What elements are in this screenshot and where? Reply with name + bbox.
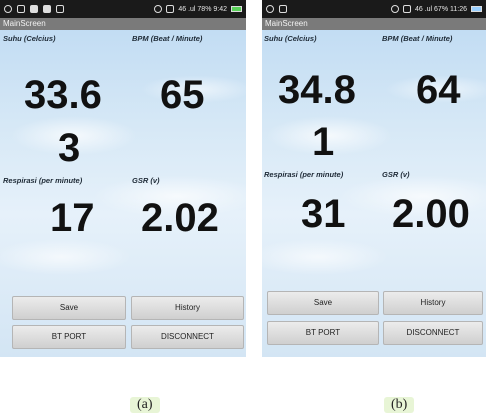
bpm-label: BPM (Beat / Minute) — [132, 34, 203, 43]
vibrate-icon — [166, 5, 175, 13]
app-title: MainScreen — [0, 18, 246, 30]
status-text: 46 .ul 67% 11:26 — [414, 5, 467, 13]
vibrate-icon — [402, 5, 411, 13]
status-text: 46 .ul 78% 9:42 — [178, 5, 227, 13]
disconnect-button[interactable]: DISCONNECT — [131, 325, 244, 349]
bluetooth-icon — [154, 5, 163, 13]
disconnect-button[interactable]: DISCONNECT — [383, 321, 483, 345]
caption-a: (a) — [130, 397, 160, 413]
status-bar: 46 .ul 67% 11:26 — [262, 0, 486, 18]
mail-icon — [279, 5, 287, 13]
app-icon — [43, 5, 51, 13]
phone-screen-a: 46 .ul 78% 9:42 MainScreen Suhu (Celcius… — [0, 0, 246, 357]
app-title: MainScreen — [262, 18, 486, 30]
suhu-label: Suhu (Celcius) — [264, 34, 317, 43]
bt-port-button[interactable]: BT PORT — [12, 325, 126, 349]
respirasi-value: 17 — [50, 196, 95, 240]
history-button[interactable]: History — [383, 291, 483, 315]
caption-b: (b) — [384, 397, 415, 413]
bpm-value: 64 — [416, 68, 461, 112]
bpm-value: 65 — [160, 73, 205, 117]
gsr-label: GSR (v) — [132, 176, 160, 185]
notification-icon — [17, 5, 25, 13]
bt-port-button[interactable]: BT PORT — [267, 321, 379, 345]
status-bar: 46 .ul 78% 9:42 — [0, 0, 246, 18]
respirasi-label: Respirasi (per minute) — [3, 176, 83, 185]
suhu-label: Suhu (Celcius) — [3, 34, 56, 43]
whatsapp-icon — [4, 5, 12, 13]
suhu-value-wrap: 3 — [58, 126, 81, 170]
suhu-value-wrap: 1 — [312, 120, 335, 164]
history-button[interactable]: History — [131, 296, 244, 320]
battery-icon — [471, 6, 482, 12]
phone-screen-b: 46 .ul 67% 11:26 MainScreen Suhu (Celciu… — [262, 0, 486, 357]
facebook-icon — [30, 5, 38, 13]
save-button[interactable]: Save — [12, 296, 126, 320]
save-button[interactable]: Save — [267, 291, 379, 315]
gsr-value: 2.02 — [141, 196, 219, 240]
respirasi-label: Respirasi (per minute) — [264, 170, 344, 179]
bluetooth-icon — [390, 5, 399, 13]
gsr-label: GSR (v) — [382, 170, 410, 179]
battery-icon — [231, 6, 242, 12]
gsr-value: 2.00 — [392, 192, 470, 236]
bpm-label: BPM (Beat / Minute) — [382, 34, 453, 43]
suhu-value: 33.6 — [24, 73, 102, 117]
mail-icon — [56, 5, 64, 13]
whatsapp-icon — [266, 5, 274, 13]
respirasi-value: 31 — [301, 192, 346, 236]
suhu-value: 34.8 — [278, 68, 356, 112]
